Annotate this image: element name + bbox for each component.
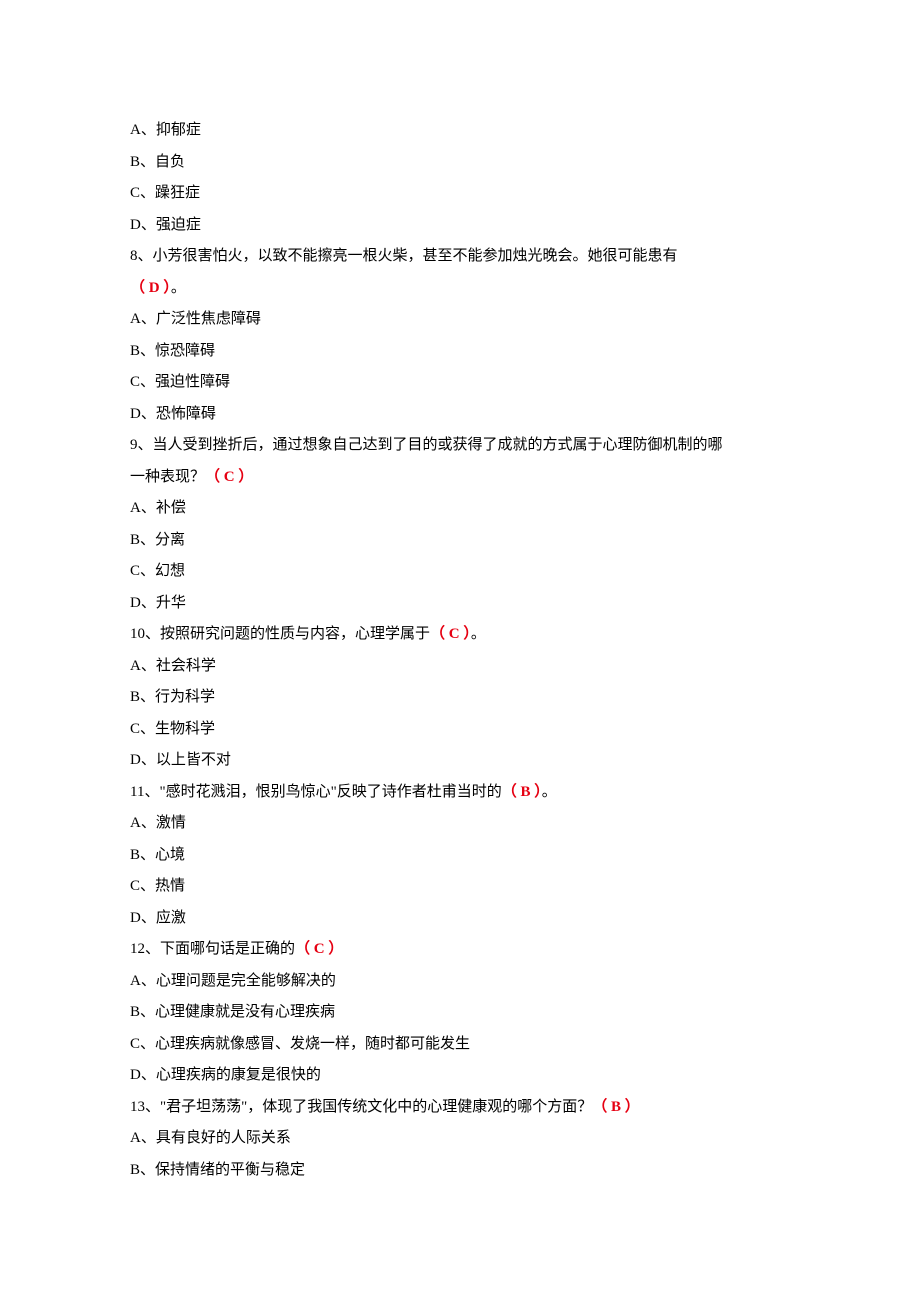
- q9-option-d: D、升华: [130, 588, 790, 620]
- q11-option-b: B、心境: [130, 840, 790, 872]
- q10-stem-text: 10、按照研究问题的性质与内容，心理学属于: [130, 626, 430, 642]
- q9-stem2-text: 一种表现？: [130, 469, 205, 485]
- q10-option-c: C、生物科学: [130, 714, 790, 746]
- q12-stem: 12、下面哪句话是正确的（ C ）: [130, 934, 790, 966]
- q11-option-d: D、应激: [130, 903, 790, 935]
- q8-option-d: D、恐怖障碍: [130, 399, 790, 431]
- q10-option-a: A、社会科学: [130, 651, 790, 683]
- q10-answer-after: 。: [471, 626, 486, 642]
- q7-option-a: A、抑郁症: [130, 115, 790, 147]
- q10-stem: 10、按照研究问题的性质与内容，心理学属于（ C ）。: [130, 619, 790, 651]
- q8-answer: （ D ）: [130, 280, 171, 296]
- q13-option-b: B、保持情绪的平衡与稳定: [130, 1155, 790, 1187]
- q12-option-c: C、心理疾病就像感冒、发烧一样，随时都可能发生: [130, 1029, 790, 1061]
- q12-option-b: B、心理健康就是没有心理疾病: [130, 997, 790, 1029]
- q9-option-a: A、补偿: [130, 493, 790, 525]
- q12-option-a: A、心理问题是完全能够解决的: [130, 966, 790, 998]
- q11-stem: 11、"感时花溅泪，恨别鸟惊心"反映了诗作者杜甫当时的（ B ）。: [130, 777, 790, 809]
- q8-option-b: B、惊恐障碍: [130, 336, 790, 368]
- q11-stem-text: 11、"感时花溅泪，恨别鸟惊心"反映了诗作者杜甫当时的: [130, 784, 502, 800]
- q10-answer: （ C ）: [430, 626, 471, 642]
- q8-stem-line2: （ D ）。: [130, 273, 790, 305]
- q8-option-c: C、强迫性障碍: [130, 367, 790, 399]
- q11-answer: （ B ）: [502, 784, 542, 800]
- q9-answer: （ C ）: [205, 469, 253, 485]
- q10-option-b: B、行为科学: [130, 682, 790, 714]
- q8-answer-after: 。: [171, 280, 186, 296]
- q8-option-a: A、广泛性焦虑障碍: [130, 304, 790, 336]
- q12-stem-text: 12、下面哪句话是正确的: [130, 941, 295, 957]
- document-page: A、抑郁症 B、自负 C、躁狂症 D、强迫症 8、小芳很害怕火，以致不能擦亮一根…: [0, 0, 920, 1302]
- q11-answer-after: 。: [542, 784, 557, 800]
- q12-option-d: D、心理疾病的康复是很快的: [130, 1060, 790, 1092]
- q7-option-d: D、强迫症: [130, 210, 790, 242]
- q12-answer: （ C ）: [295, 941, 343, 957]
- q9-option-c: C、幻想: [130, 556, 790, 588]
- q13-answer: （ B ）: [592, 1099, 640, 1115]
- q10-option-d: D、以上皆不对: [130, 745, 790, 777]
- q7-option-c: C、躁狂症: [130, 178, 790, 210]
- q13-stem: 13、"君子坦荡荡"，体现了我国传统文化中的心理健康观的哪个方面？（ B ）: [130, 1092, 790, 1124]
- q11-option-c: C、热情: [130, 871, 790, 903]
- q8-stem-line1: 8、小芳很害怕火，以致不能擦亮一根火柴，甚至不能参加烛光晚会。她很可能患有: [130, 241, 790, 273]
- q9-option-b: B、分离: [130, 525, 790, 557]
- q13-stem-text: 13、"君子坦荡荡"，体现了我国传统文化中的心理健康观的哪个方面？: [130, 1099, 592, 1115]
- q13-option-a: A、具有良好的人际关系: [130, 1123, 790, 1155]
- q7-option-b: B、自负: [130, 147, 790, 179]
- q9-stem-line1: 9、当人受到挫折后，通过想象自己达到了目的或获得了成就的方式属于心理防御机制的哪: [130, 430, 790, 462]
- q11-option-a: A、激情: [130, 808, 790, 840]
- q9-stem-line2: 一种表现？（ C ）: [130, 462, 790, 494]
